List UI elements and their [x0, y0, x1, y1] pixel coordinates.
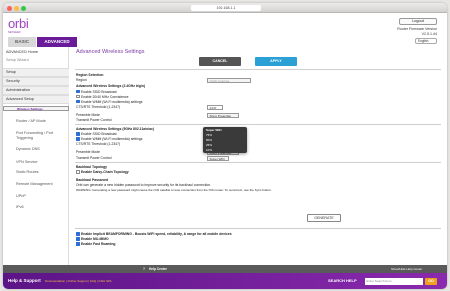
logout-button[interactable]: Logout [399, 18, 437, 25]
address-bar[interactable]: 192.168.1.1 [191, 5, 261, 11]
apply-button[interactable]: APPLY [255, 57, 297, 66]
daisy-chain-checkbox[interactable] [76, 170, 80, 174]
beamforming-label: Enable Implicit BEAMFORMING - Boosts WiF… [81, 232, 232, 236]
generate-button[interactable]: GENERATE [307, 214, 341, 222]
firmware-version: V2.5.1.44 [421, 32, 437, 36]
fast-roaming-label: Enable Fast Roaming [81, 242, 116, 246]
sidebar-item-administration[interactable]: Administration [3, 86, 69, 95]
region-heading: Region Selection [76, 73, 104, 77]
help-toggle-link[interactable]: Show/Hide Help Center [391, 267, 422, 271]
sidebar-item-static-routes[interactable]: Static Routes [3, 169, 69, 176]
w24-preamble-select[interactable]: Short Preamble [207, 112, 239, 118]
orbi-logo: orbi [8, 16, 29, 31]
language-select[interactable]: English [415, 38, 437, 44]
power-option[interactable]: 25% [206, 143, 212, 147]
search-help-label: SEARCH HELP [328, 277, 357, 283]
w5-preamble-label: Preamble Mode [76, 150, 100, 154]
sidebar-item-vpn-service[interactable]: VPN Service [3, 159, 69, 166]
sidebar-item-advanced-setup[interactable]: Advanced Setup [3, 95, 69, 104]
w5-wmm-label: Enable WMM (Wi-Fi multimedia) settings [81, 137, 143, 141]
footer: Help & Support Documentation | Online Su… [3, 273, 447, 289]
mu-mimo-label: Enable MU-MIMO [81, 237, 109, 241]
page-title: Advanced Wireless Settings [76, 49, 145, 55]
close-icon[interactable] [7, 5, 12, 11]
backhaul-password-heading: Backhaul Password [76, 178, 109, 182]
power-option[interactable]: 50% [206, 138, 212, 142]
w24-ssid-checkbox[interactable] [76, 89, 80, 94]
w5-power-label: Transmit Power Control [76, 156, 112, 160]
power-option[interactable]: 10% [206, 148, 212, 152]
main-content: Advanced Wireless Settings CANCEL APPLY … [70, 47, 447, 265]
backhaul-password-info: Orbi can generate a new hidden password … [76, 183, 212, 187]
divider [75, 228, 441, 229]
divider [75, 162, 441, 163]
w24-preamble-label: Preamble Mode [76, 113, 100, 117]
sidebar-item-upnp[interactable]: UPnP [3, 193, 69, 200]
logo-subtitle: NETGEAR [8, 31, 21, 34]
daisy-chain-label: Enable Daisy-Chain Topology [81, 170, 129, 174]
help-center-icon: ? [143, 267, 145, 271]
tab-advanced[interactable]: ADVANCED [37, 37, 77, 47]
w5-ssid-checkbox[interactable] [76, 132, 80, 136]
maximize-icon[interactable] [21, 5, 26, 11]
beamforming-checkbox[interactable] [76, 232, 80, 236]
w5-wmm-checkbox[interactable] [76, 137, 80, 141]
cancel-button[interactable]: CANCEL [199, 57, 241, 66]
tab-basic[interactable]: BASIC [8, 37, 36, 47]
power-option[interactable]: 75% [206, 133, 212, 137]
w24-power-label: Transmit Power Control [76, 118, 112, 122]
w5-cts-label: CTS/RTS Threshold (1-2347) [76, 142, 121, 146]
browser-window: 192.168.1.1 orbi NETGEAR BASIC ADVANCED … [3, 3, 447, 289]
power-option[interactable]: Super WiFi [206, 128, 222, 132]
divider [75, 124, 441, 125]
sidebar-item-dynamic-dns[interactable]: Dynamic DNS [3, 146, 69, 153]
footer-links[interactable]: Documentation | Online Support | FAQ | G… [45, 279, 112, 283]
w24-cts-label: CTS/RTS Threshold (1-2347) [76, 105, 121, 109]
sidebar-item-setup[interactable]: Setup [3, 68, 69, 77]
minimize-icon[interactable] [14, 5, 19, 11]
mu-mimo-checkbox[interactable] [76, 237, 80, 241]
w24-ssid-label: Enable SSID Broadcast [81, 89, 117, 94]
sidebar-item-remote-management[interactable]: Remote Management [3, 181, 69, 188]
divider [75, 69, 441, 70]
sidebar-item-advanced-home[interactable]: ADVANCED Home [3, 49, 69, 56]
w5-power-select[interactable]: Super WiFi [207, 155, 229, 161]
w24-coexist-label: Enable 20/40 MHz Coexistence [81, 94, 129, 99]
help-center-bar[interactable]: ? Help Center Show/Hide Help Center [3, 265, 447, 273]
fast-roaming-checkbox[interactable] [76, 242, 80, 246]
search-go-button[interactable]: GO [425, 277, 437, 285]
backhaul-heading: Backhaul Topology [76, 165, 108, 169]
w24-wmm-checkbox[interactable] [76, 99, 80, 104]
sidebar-item-security[interactable]: Security [3, 77, 69, 86]
w24-cts-input[interactable]: 2347 [207, 104, 223, 110]
backhaul-password-warning: WARNING: Generating a new password might… [76, 188, 272, 192]
sidebar-item-router-ap-mode[interactable]: Router / AP Mode [3, 118, 69, 125]
search-input[interactable]: Enter Search Item [365, 277, 423, 285]
sidebar: ADVANCED Home Setup Wizard Setup Securit… [3, 47, 69, 267]
w5-ssid-label: Enable SSID Broadcast [81, 132, 117, 136]
w24-wmm-label: Enable WMM (Wi-Fi multimedia) settings [81, 99, 143, 104]
sidebar-item-ipv6[interactable]: IPv6 [3, 204, 69, 211]
help-center-label: Help Center [149, 267, 167, 271]
w5-heading: Advanced Wireless Settings (5GHz 802.11a… [76, 127, 154, 131]
help-support-label: Help & Support [8, 278, 41, 283]
region-select[interactable]: North America [207, 77, 251, 83]
sidebar-item-wireless-settings[interactable]: Wireless Settings [3, 106, 69, 111]
sidebar-item-port-forwarding[interactable]: Port Forwarding / Port Triggering [3, 131, 63, 140]
sidebar-item-setup-wizard[interactable]: Setup Wizard [3, 57, 69, 64]
region-label: Region [76, 78, 87, 82]
power-dropdown-menu[interactable]: Super WiFi 75% 50% 25% 10% [203, 127, 247, 153]
firmware-label: Router Firmware Version [397, 27, 437, 31]
w24-coexist-checkbox[interactable] [76, 94, 80, 99]
title-bar: 192.168.1.1 [3, 3, 447, 13]
w24-heading: Advanced Wireless Settings (2.4GHz b/g/n… [76, 84, 146, 88]
